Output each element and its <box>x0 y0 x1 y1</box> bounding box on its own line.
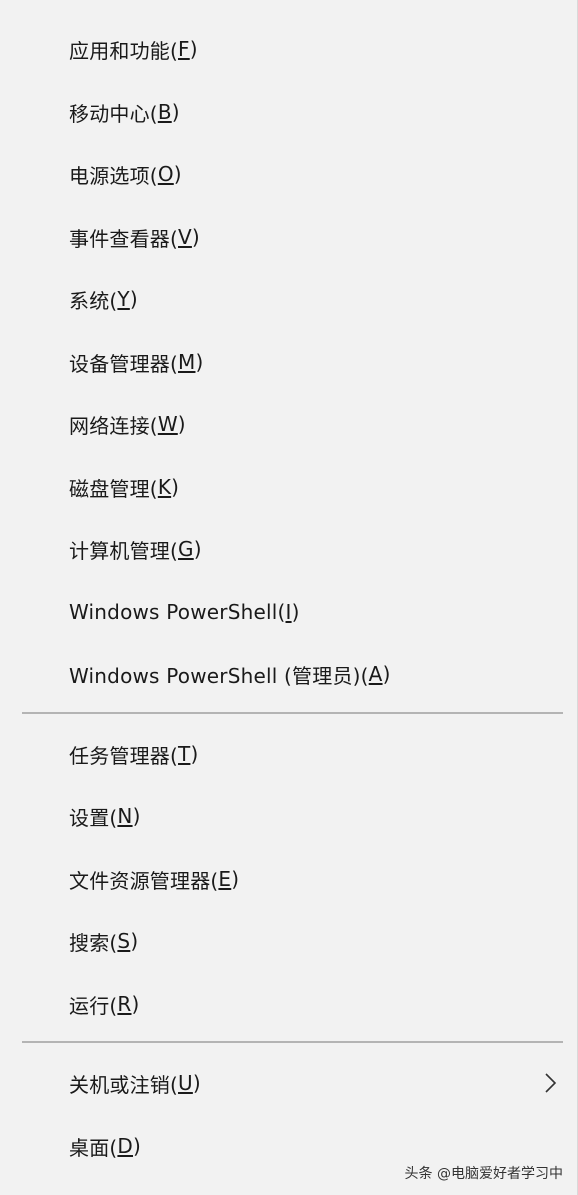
menu-item-label-tail: ) <box>133 1134 142 1158</box>
menu-item-label-tail: ) <box>171 475 180 499</box>
menu-item-label-tail: ) <box>291 600 300 624</box>
menu-item-system[interactable]: 系统(Y) <box>0 270 578 328</box>
menu-item-file-explorer[interactable]: 文件资源管理器(E) <box>0 850 578 908</box>
accelerator-key: K <box>157 475 172 499</box>
menu-item-label: 计算机管理( <box>69 538 179 563</box>
accelerator-key: S <box>117 929 131 953</box>
menu-item-label-tail: ) <box>171 100 180 124</box>
accelerator-key: B <box>157 100 172 124</box>
menu-item-label-tail: ) <box>195 350 204 374</box>
menu-item-device-manager[interactable]: 设备管理器(M) <box>0 333 578 391</box>
menu-item-apps-and-features[interactable]: 应用和功能(F) <box>0 20 578 78</box>
menu-item-run[interactable]: 运行(R) <box>0 975 578 1033</box>
menu-item-label: 运行( <box>69 993 118 1018</box>
accelerator-key: R <box>117 992 132 1016</box>
accelerator-key: E <box>218 867 232 891</box>
menu-item-label-tail: ) <box>132 804 141 828</box>
menu-item-label: 关机或注销( <box>69 1072 179 1097</box>
menu-item-event-viewer[interactable]: 事件查看器(V) <box>0 208 578 266</box>
menu-item-label-tail: ) <box>192 1071 201 1095</box>
menu-item-computer-management[interactable]: 计算机管理(G) <box>0 520 578 578</box>
menu-separator <box>22 712 563 714</box>
accelerator-key: F <box>178 37 190 61</box>
accelerator-key: A <box>368 662 383 686</box>
menu-item-label-tail: ) <box>231 867 240 891</box>
accelerator-key: N <box>117 804 133 828</box>
accelerator-key: M <box>178 350 196 374</box>
menu-item-label: 电源选项( <box>69 163 158 188</box>
menu-item-windows-powershell[interactable]: Windows PowerShell(I) <box>0 583 578 641</box>
menu-item-label: 文件资源管理器( <box>69 868 219 893</box>
menu-item-mobility-center[interactable]: 移动中心(B) <box>0 83 578 141</box>
menu-item-task-manager[interactable]: 任务管理器(T) <box>0 725 578 783</box>
accelerator-key: T <box>178 742 191 766</box>
menu-item-shutdown-or-sign-out[interactable]: 关机或注销(U) <box>0 1054 578 1112</box>
accelerator-key: V <box>178 225 192 249</box>
winx-context-menu: 应用和功能(F) 移动中心(B) 电源选项(O) 事件查看器(V) 系统(Y) … <box>0 0 578 1195</box>
menu-item-label-tail: ) <box>173 162 182 186</box>
menu-item-label: 设置( <box>69 805 118 830</box>
menu-item-windows-powershell-admin[interactable]: Windows PowerShell (管理员)(A) <box>0 645 578 703</box>
menu-item-power-options[interactable]: 电源选项(O) <box>0 145 578 203</box>
menu-item-label-tail: ) <box>131 992 140 1016</box>
menu-item-label-tail: ) <box>190 742 199 766</box>
menu-item-search[interactable]: 搜索(S) <box>0 912 578 970</box>
menu-item-label-tail: ) <box>191 225 200 249</box>
menu-item-label: 搜索( <box>69 930 118 955</box>
menu-item-label-tail: ) <box>382 662 391 686</box>
chevron-right-icon <box>545 1073 557 1093</box>
menu-item-label: 事件查看器( <box>69 226 179 251</box>
menu-item-label: 任务管理器( <box>69 743 179 768</box>
menu-item-settings[interactable]: 设置(N) <box>0 787 578 845</box>
menu-item-label: Windows PowerShell( <box>69 600 286 624</box>
accelerator-key: G <box>178 537 194 561</box>
menu-item-label: 桌面( <box>69 1135 118 1160</box>
menu-item-label: 应用和功能( <box>69 38 179 63</box>
watermark-text: 头条 @电脑爱好者学习中 <box>404 1166 563 1182</box>
menu-item-disk-management[interactable]: 磁盘管理(K) <box>0 458 578 516</box>
accelerator-key: W <box>157 412 178 436</box>
menu-item-label: 移动中心( <box>69 101 158 126</box>
menu-item-label-tail: ) <box>129 287 138 311</box>
accelerator-key: U <box>178 1071 193 1095</box>
menu-separator <box>22 1041 563 1043</box>
accelerator-key: O <box>157 162 174 186</box>
menu-item-label: 系统( <box>69 288 118 313</box>
menu-item-label-tail: ) <box>130 929 139 953</box>
menu-item-label: 设备管理器( <box>69 351 179 376</box>
menu-item-label: Windows PowerShell (管理员)( <box>69 663 369 688</box>
menu-item-label: 网络连接( <box>69 413 158 438</box>
menu-item-label-tail: ) <box>193 537 202 561</box>
accelerator-key: Y <box>117 287 130 311</box>
menu-item-network-connections[interactable]: 网络连接(W) <box>0 395 578 453</box>
menu-item-label: 磁盘管理( <box>69 476 158 501</box>
menu-item-label-tail: ) <box>177 412 186 436</box>
accelerator-key: D <box>117 1134 134 1158</box>
menu-item-label-tail: ) <box>189 37 198 61</box>
